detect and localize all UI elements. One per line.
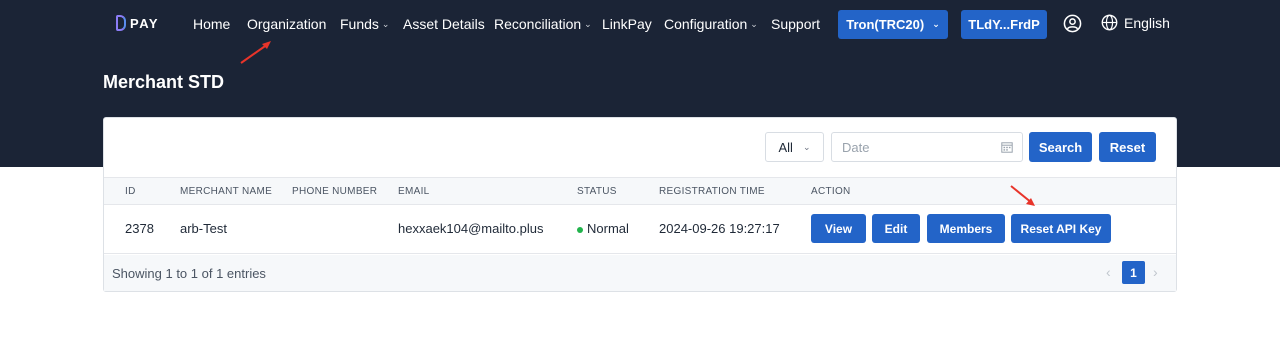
column-header-phone-number: PHONE NUMBER — [292, 186, 378, 197]
network-select-button[interactable]: Tron(TRC20) ⌄ — [838, 10, 948, 39]
nav-item-label: LinkPay — [602, 16, 652, 32]
status-label: Normal — [587, 221, 629, 236]
column-header-email: EMAIL — [398, 186, 430, 197]
status-filter-value: All — [778, 139, 793, 155]
logo-text: PAY — [130, 15, 160, 31]
language-label: English — [1124, 14, 1170, 31]
nav-item-label: Funds — [340, 16, 379, 32]
cell-id: 2378 — [125, 221, 154, 236]
annotation-arrow-icon — [1010, 185, 1035, 206]
nav-item-reconciliation[interactable]: Reconciliation ⌄ — [494, 16, 592, 32]
table-row: 2378 arb-Test hexxaek104@mailto.plus Nor… — [104, 205, 1176, 254]
view-button[interactable]: View — [811, 214, 866, 243]
wallet-address-label: TLdY...FrdP — [968, 17, 1040, 32]
nav-item-funds[interactable]: Funds ⌄ — [340, 16, 389, 32]
search-button[interactable]: Search — [1029, 132, 1092, 162]
reset-api-key-button[interactable]: Reset API Key — [1011, 214, 1111, 243]
column-header-merchant-name: MERCHANT NAME — [180, 186, 273, 197]
column-header-status: STATUS — [577, 186, 617, 197]
nav-item-label: Support — [771, 16, 821, 32]
status-filter-select[interactable]: All ⌄ — [765, 132, 824, 162]
pagination-prev-icon[interactable]: ‹ — [1106, 264, 1111, 280]
nav-item-home[interactable]: Home — [193, 16, 230, 32]
network-label: Tron(TRC20) — [846, 17, 925, 32]
nav-item-label: Asset Details — [403, 16, 485, 32]
pagination-page-button[interactable]: 1 — [1122, 261, 1145, 284]
calendar-icon[interactable] — [1001, 141, 1013, 153]
table-footer: Showing 1 to 1 of 1 entries ‹ 1 › — [104, 255, 1176, 291]
chevron-down-icon: ⌄ — [802, 141, 811, 152]
chevron-down-icon: ⌄ — [584, 18, 592, 29]
cell-registration-time: 2024-09-26 19:27:17 — [659, 221, 780, 236]
column-header-action: ACTION — [811, 186, 851, 197]
status-dot-icon — [577, 226, 583, 233]
cell-merchant-name: arb-Test — [180, 221, 227, 236]
globe-icon — [1101, 14, 1118, 31]
nav-item-linkpay[interactable]: LinkPay — [602, 16, 652, 32]
nav-item-organization[interactable]: Organization — [247, 16, 326, 32]
column-header-id: ID — [125, 186, 136, 197]
nav-item-label: Reconciliation — [494, 16, 582, 32]
logo-p-icon — [116, 15, 126, 31]
user-account-icon[interactable] — [1063, 14, 1082, 33]
cell-status: Normal — [577, 221, 629, 236]
wallet-address-button[interactable]: TLdY...FrdP — [961, 10, 1047, 39]
nav-item-configuration[interactable]: Configuration ⌄ — [664, 16, 758, 32]
nav-item-label: Configuration — [664, 16, 748, 32]
chevron-down-icon: ⌄ — [932, 19, 940, 29]
pagination-info: Showing 1 to 1 of 1 entries — [112, 266, 266, 281]
cell-email: hexxaek104@mailto.plus — [398, 221, 544, 236]
nav-item-support[interactable]: Support — [771, 16, 820, 32]
nav-item-label: Organization — [247, 16, 327, 32]
members-button[interactable]: Members — [927, 214, 1005, 243]
reset-button[interactable]: Reset — [1099, 132, 1156, 162]
nav-item-label: Home — [193, 16, 231, 32]
edit-button[interactable]: Edit — [872, 214, 920, 243]
page-title: Merchant STD — [103, 72, 225, 92]
top-navbar: PAY Home Organization Funds ⌄ Asset Deta… — [0, 0, 1280, 48]
date-filter-input[interactable] — [831, 132, 1023, 162]
chevron-down-icon: ⌄ — [750, 18, 758, 29]
app-logo[interactable]: PAY — [116, 15, 159, 31]
pagination-next-icon[interactable]: › — [1153, 264, 1158, 280]
column-header-registration-time: REGISTRATION TIME — [659, 186, 765, 197]
nav-item-asset-details[interactable]: Asset Details — [403, 16, 485, 32]
chevron-down-icon: ⌄ — [381, 18, 390, 29]
language-selector[interactable]: English — [1101, 14, 1170, 31]
annotation-arrow-icon — [240, 41, 271, 64]
